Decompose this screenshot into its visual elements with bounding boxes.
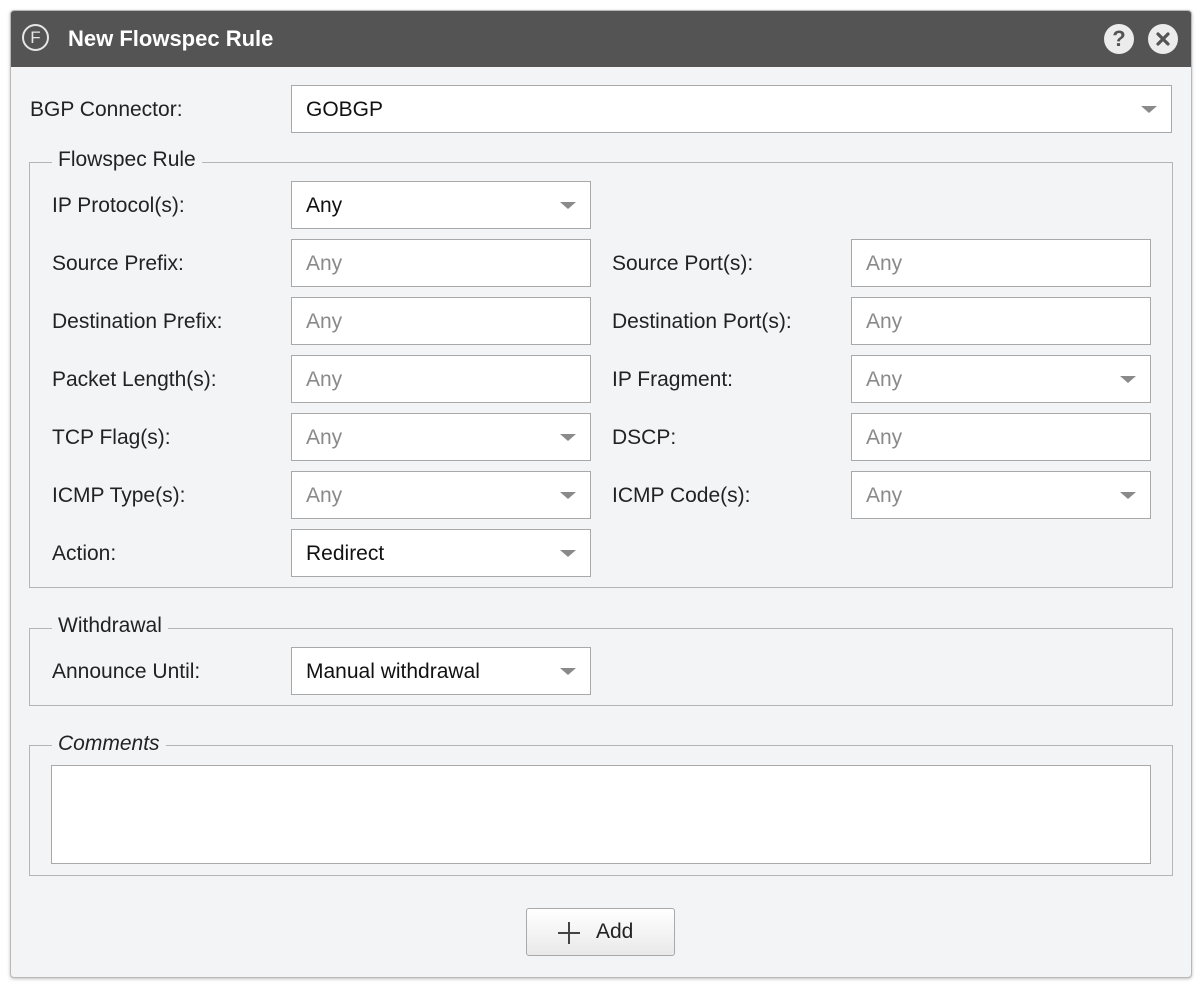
- packet-length-label: Packet Length(s):: [52, 368, 217, 391]
- destination-prefix-input[interactable]: Any: [291, 297, 591, 345]
- chevron-down-icon: [560, 434, 576, 441]
- icmp-type-placeholder: Any: [306, 484, 343, 507]
- ip-fragment-label: IP Fragment:: [612, 368, 733, 391]
- comments-legend: Comments: [52, 732, 166, 756]
- chevron-down-icon: [1120, 492, 1136, 499]
- dscp-input[interactable]: Any: [851, 413, 1151, 461]
- announce-until-select[interactable]: Manual withdrawal: [291, 647, 591, 695]
- help-icon[interactable]: ?: [1104, 24, 1134, 54]
- add-button[interactable]: Add: [526, 908, 675, 956]
- bgp-connector-label: BGP Connector:: [30, 98, 183, 121]
- destination-prefix-placeholder: Any: [306, 310, 343, 333]
- action-label: Action:: [52, 542, 117, 565]
- chevron-down-icon: [560, 550, 576, 557]
- flowspec-rule-legend: Flowspec Rule: [52, 148, 202, 172]
- chevron-down-icon: [560, 668, 576, 675]
- ip-protocol-value: Any: [306, 194, 343, 217]
- add-button-label: Add: [596, 920, 634, 943]
- icmp-code-placeholder: Any: [866, 484, 903, 507]
- dscp-label: DSCP:: [612, 426, 677, 449]
- source-ports-label: Source Port(s):: [612, 252, 754, 275]
- destination-ports-label: Destination Port(s):: [612, 310, 792, 333]
- tcp-flags-label: TCP Flag(s):: [52, 426, 171, 449]
- icmp-code-select[interactable]: Any: [851, 471, 1151, 519]
- action-value: Redirect: [306, 542, 385, 565]
- packet-length-placeholder: Any: [306, 368, 343, 391]
- plus-icon: [557, 921, 581, 950]
- withdrawal-legend: Withdrawal: [52, 614, 168, 638]
- close-icon[interactable]: [1148, 24, 1178, 54]
- chevron-down-icon: [1141, 106, 1157, 113]
- action-select[interactable]: Redirect: [291, 529, 591, 577]
- ip-protocol-label: IP Protocol(s):: [52, 194, 185, 217]
- source-prefix-placeholder: Any: [306, 252, 343, 275]
- bgp-connector-value: GOBGP: [306, 98, 384, 121]
- dscp-placeholder: Any: [866, 426, 903, 449]
- comments-textarea[interactable]: [51, 765, 1151, 864]
- new-flowspec-rule-dialog: F New Flowspec Rule ? BGP Connector: GOB…: [10, 10, 1192, 978]
- dialog-titlebar[interactable]: F New Flowspec Rule ?: [11, 11, 1191, 67]
- destination-ports-placeholder: Any: [866, 310, 903, 333]
- dialog-title: New Flowspec Rule: [68, 26, 274, 51]
- source-ports-placeholder: Any: [866, 252, 903, 275]
- packet-length-input[interactable]: Any: [291, 355, 591, 403]
- source-prefix-input[interactable]: Any: [291, 239, 591, 287]
- withdrawal-group: [29, 628, 1173, 706]
- announce-until-value: Manual withdrawal: [306, 660, 480, 683]
- icmp-type-select[interactable]: Any: [291, 471, 591, 519]
- flowspec-logo-icon: F: [22, 24, 49, 51]
- chevron-down-icon: [560, 492, 576, 499]
- tcp-flags-select[interactable]: Any: [291, 413, 591, 461]
- destination-prefix-label: Destination Prefix:: [52, 310, 223, 333]
- bgp-connector-select[interactable]: GOBGP: [291, 85, 1172, 133]
- chevron-down-icon: [560, 202, 576, 209]
- chevron-down-icon: [1120, 376, 1136, 383]
- tcp-flags-placeholder: Any: [306, 426, 343, 449]
- announce-until-label: Announce Until:: [52, 660, 201, 683]
- ip-fragment-select[interactable]: Any: [851, 355, 1151, 403]
- destination-ports-input[interactable]: Any: [851, 297, 1151, 345]
- ip-protocol-select[interactable]: Any: [291, 181, 591, 229]
- ip-fragment-placeholder: Any: [866, 368, 903, 391]
- icmp-code-label: ICMP Code(s):: [612, 484, 751, 507]
- icmp-type-label: ICMP Type(s):: [52, 484, 186, 507]
- source-prefix-label: Source Prefix:: [52, 252, 184, 275]
- source-ports-input[interactable]: Any: [851, 239, 1151, 287]
